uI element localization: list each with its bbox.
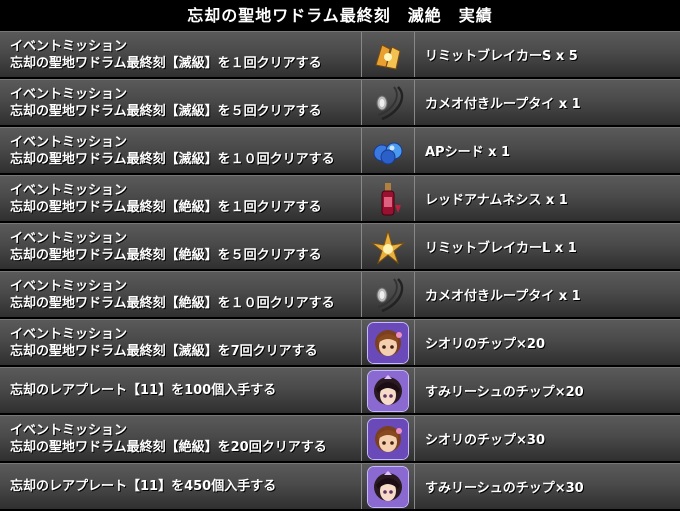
- mission-category: イベントミッション: [10, 183, 128, 198]
- reward-label: シオリのチップ×20: [425, 337, 545, 352]
- mission-description: 忘却の聖地ワドラム最終刻【滅級】を５回クリアする: [10, 104, 322, 119]
- mission-description: 忘却の聖地ワドラム最終刻【滅級】を7回クリアする: [10, 344, 318, 359]
- achievement-row: イベントミッション 忘却の聖地ワドラム最終刻【滅級】を１回クリアする リミットブ…: [0, 31, 680, 77]
- reward-icon-cell: [362, 416, 415, 461]
- mission-category: イベントミッション: [10, 39, 128, 54]
- achievement-row: イベントミッション 忘却の聖地ワドラム最終刻【絶級】を１回クリアする レッドアナ…: [0, 175, 680, 221]
- mission-cell: イベントミッション 忘却の聖地ワドラム最終刻【滅級】を１０回クリアする: [0, 128, 362, 173]
- mission-cell: イベントミッション 忘却の聖地ワドラム最終刻【滅級】を7回クリアする: [0, 320, 362, 365]
- limit-breaker-l-icon: [370, 228, 406, 264]
- reward-icon-cell: [362, 32, 415, 77]
- mission-description: 忘却の聖地ワドラム最終刻【絶級】を１０回クリアする: [10, 296, 335, 311]
- cameo-loop-tie-icon: [376, 277, 404, 312]
- reward-icon-cell: [362, 320, 415, 365]
- reward-label: すみリーシュのチップ×20: [425, 385, 584, 400]
- sumi-risha-chip-icon: [368, 466, 408, 507]
- mission-description: 忘却のレアプレート【11】を100個入手する: [10, 383, 277, 398]
- mission-description: 忘却の聖地ワドラム最終刻【滅級】を１０回クリアする: [10, 152, 335, 167]
- reward-label: リミットブレイカーS x 5: [425, 49, 578, 64]
- reward-label: カメオ付きループタイ x 1: [425, 97, 581, 112]
- achievement-row: 忘却のレアプレート【11】を100個入手する すみリーシュのチップ×20: [0, 367, 680, 413]
- mission-category: イベントミッション: [10, 279, 128, 294]
- achievement-row: イベントミッション 忘却の聖地ワドラム最終刻【滅級】を５回クリアする カメオ付き…: [0, 79, 680, 125]
- mission-cell: イベントミッション 忘却の聖地ワドラム最終刻【滅級】を５回クリアする: [0, 80, 362, 125]
- mission-cell: 忘却のレアプレート【11】を100個入手する: [0, 368, 362, 413]
- page-title: 忘却の聖地ワドラム最終刻 滅絶 実績: [0, 0, 680, 31]
- mission-cell: イベントミッション 忘却の聖地ワドラム最終刻【滅級】を１回クリアする: [0, 32, 362, 77]
- achievement-row: イベントミッション 忘却の聖地ワドラム最終刻【絶級】を５回クリアする リミットブ…: [0, 223, 680, 269]
- red-anamnesis-icon: [381, 182, 401, 215]
- ap-seed-icon: [373, 142, 403, 164]
- mission-cell: イベントミッション 忘却の聖地ワドラム最終刻【絶級】を１回クリアする: [0, 176, 362, 221]
- mission-category: イベントミッション: [10, 87, 128, 102]
- mission-description: 忘却の聖地ワドラム最終刻【絶級】を１回クリアする: [10, 200, 322, 215]
- achievement-row: イベントミッション 忘却の聖地ワドラム最終刻【滅級】を7回クリアする シオリのチ…: [0, 319, 680, 365]
- mission-category: イベントミッション: [10, 135, 128, 150]
- shiori-chip-icon: [368, 418, 408, 459]
- reward-label: すみリーシュのチップ×30: [425, 481, 584, 496]
- shiori-chip-icon: [368, 322, 408, 363]
- achievement-row: イベントミッション 忘却の聖地ワドラム最終刻【絶級】を１０回クリアする カメオ付…: [0, 271, 680, 317]
- mission-description: 忘却のレアプレート【11】を450個入手する: [10, 479, 277, 494]
- mission-category: イベントミッション: [10, 327, 128, 342]
- reward-icon-cell: [362, 128, 415, 173]
- sumi-risha-chip-icon: [368, 370, 408, 411]
- reward-icon-cell: [362, 80, 415, 125]
- reward-icon-cell: [362, 224, 415, 269]
- limit-breaker-s-icon: [375, 43, 401, 70]
- mission-cell: イベントミッション 忘却の聖地ワドラム最終刻【絶級】を１０回クリアする: [0, 272, 362, 317]
- cameo-loop-tie-icon: [376, 85, 404, 120]
- reward-icon-cell: [362, 176, 415, 221]
- mission-category: イベントミッション: [10, 231, 128, 246]
- achievement-row: イベントミッション 忘却の聖地ワドラム最終刻【絶級】を20回クリアする シオリの…: [0, 415, 680, 461]
- mission-category: イベントミッション: [10, 423, 128, 438]
- reward-icon-cell: [362, 464, 415, 509]
- reward-icon-cell: [362, 368, 415, 413]
- mission-cell: イベントミッション 忘却の聖地ワドラム最終刻【絶級】を20回クリアする: [0, 416, 362, 461]
- achievement-row: イベントミッション 忘却の聖地ワドラム最終刻【滅級】を１０回クリアする APシー…: [0, 127, 680, 173]
- mission-cell: イベントミッション 忘却の聖地ワドラム最終刻【絶級】を５回クリアする: [0, 224, 362, 269]
- achievement-row: 忘却のレアプレート【11】を450個入手する すみリーシュのチップ×30: [0, 463, 680, 509]
- mission-cell: 忘却のレアプレート【11】を450個入手する: [0, 464, 362, 509]
- reward-label: APシード x 1: [425, 145, 511, 160]
- mission-description: 忘却の聖地ワドラム最終刻【滅級】を１回クリアする: [10, 56, 322, 71]
- mission-description: 忘却の聖地ワドラム最終刻【絶級】を20回クリアする: [10, 440, 327, 455]
- reward-label: シオリのチップ×30: [425, 433, 545, 448]
- reward-icon-cell: [362, 272, 415, 317]
- achievement-list: イベントミッション 忘却の聖地ワドラム最終刻【滅級】を１回クリアする リミットブ…: [0, 31, 680, 511]
- mission-description: 忘却の聖地ワドラム最終刻【絶級】を５回クリアする: [10, 248, 322, 263]
- reward-label: リミットブレイカーL x 1: [425, 241, 577, 256]
- reward-label: カメオ付きループタイ x 1: [425, 289, 581, 304]
- reward-label: レッドアナムネシス x 1: [425, 193, 568, 208]
